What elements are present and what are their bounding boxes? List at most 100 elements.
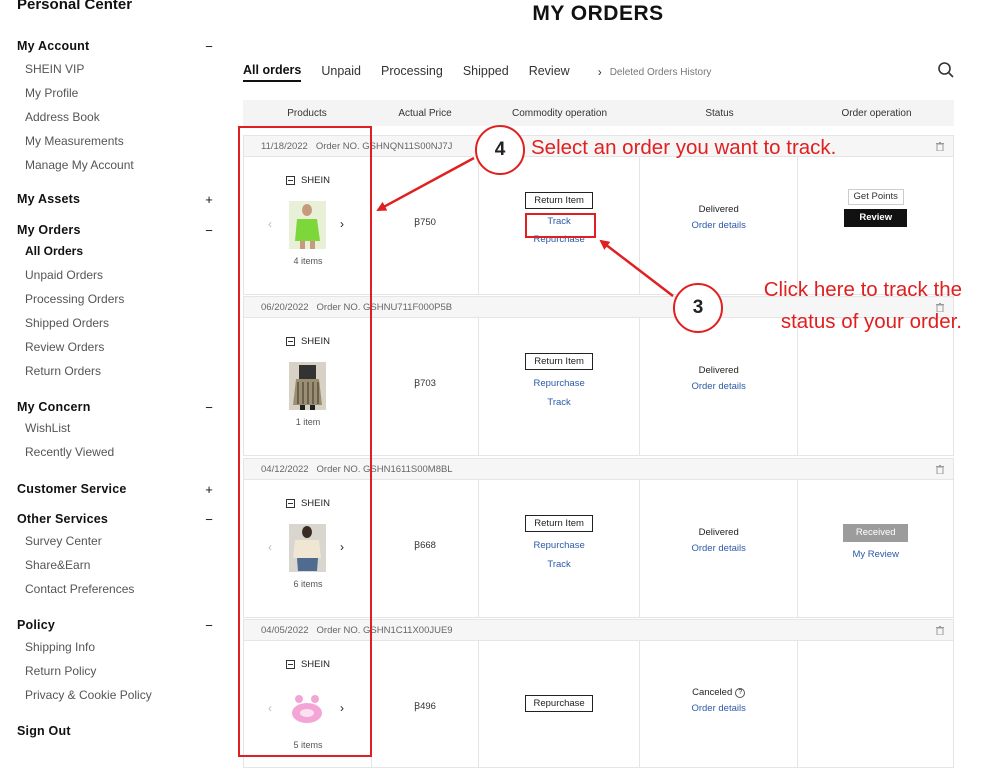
sidebar-item-recently-viewed[interactable]: Recently Viewed xyxy=(17,440,213,464)
sidebar-item-my-measurements[interactable]: My Measurements xyxy=(17,129,213,153)
sidebar-group-policy: Policy − Shipping Info Return Policy Priv… xyxy=(17,616,213,707)
repurchase-button[interactable]: Repurchase xyxy=(525,695,594,712)
price: Ꞵ496 xyxy=(414,701,436,712)
sidebar-item-return-orders[interactable]: Return Orders xyxy=(17,359,213,383)
sign-out-link[interactable]: Sign Out xyxy=(17,722,213,740)
sidebar-item-return-policy[interactable]: Return Policy xyxy=(17,659,213,683)
sidebar-item-shein-vip[interactable]: SHEIN VIP xyxy=(17,57,213,81)
status-cell: Delivered Order details xyxy=(640,480,799,618)
chevron-right-icon: › xyxy=(597,65,602,79)
sidebar-item-review-orders[interactable]: Review Orders xyxy=(17,335,213,359)
sidebar-item-survey-center[interactable]: Survey Center xyxy=(17,529,213,553)
order-operation-cell: Received My Review xyxy=(798,480,953,618)
col-actual-price: Actual Price xyxy=(398,107,452,119)
search-icon[interactable] xyxy=(937,61,955,79)
collapse-icon[interactable]: − xyxy=(205,512,213,527)
group-label: Customer Service xyxy=(17,482,127,496)
sidebar-group-my-orders: My Orders − All Orders Unpaid Orders Proc… xyxy=(17,221,213,383)
sidebar-item-contact-preferences[interactable]: Contact Preferences xyxy=(17,577,213,601)
status-cell: Delivered Order details xyxy=(640,318,799,456)
price: Ꞵ703 xyxy=(414,378,436,389)
price-cell: Ꞵ750 xyxy=(372,157,480,295)
sidebar-group-my-assets: My Assets + xyxy=(17,190,213,208)
expand-icon[interactable]: + xyxy=(205,482,213,497)
sidebar-item-share-earn[interactable]: Share&Earn xyxy=(17,553,213,577)
sidebar-group-customer-service: Customer Service + xyxy=(17,480,213,498)
col-status: Status xyxy=(705,107,734,119)
tab-processing[interactable]: Processing xyxy=(381,64,443,81)
step-3-line-1: Click here to track the xyxy=(763,278,962,301)
trash-icon[interactable] xyxy=(936,142,944,151)
status-row: Canceled? xyxy=(640,687,798,698)
sign-out-label[interactable]: Sign Out xyxy=(17,722,213,740)
sidebar-item-shipped-orders[interactable]: Shipped Orders xyxy=(17,311,213,335)
order-details-link[interactable]: Order details xyxy=(640,381,798,392)
group-label: Other Services xyxy=(17,512,109,526)
tab-unpaid[interactable]: Unpaid xyxy=(321,64,361,81)
sidebar-item-address-book[interactable]: Address Book xyxy=(17,105,213,129)
order-operation-cell xyxy=(798,641,953,768)
sidebar-item-privacy-cookie[interactable]: Privacy & Cookie Policy xyxy=(17,683,213,707)
sidebar-group-header[interactable]: My Concern − xyxy=(17,398,213,416)
collapse-icon[interactable]: − xyxy=(205,618,213,633)
collapse-icon[interactable]: − xyxy=(205,39,213,54)
price-cell: Ꞵ496 xyxy=(372,641,480,768)
sidebar-item-my-profile[interactable]: My Profile xyxy=(17,81,213,105)
trash-icon[interactable] xyxy=(936,626,944,635)
sidebar-item-wishlist[interactable]: WishList xyxy=(17,416,213,440)
return-item-button[interactable]: Return Item xyxy=(525,192,594,209)
sidebar-item-manage-account[interactable]: Manage My Account xyxy=(17,153,213,177)
price-cell: Ꞵ703 xyxy=(372,318,480,456)
price: Ꞵ750 xyxy=(414,217,436,228)
sidebar-item-unpaid-orders[interactable]: Unpaid Orders xyxy=(17,263,213,287)
col-products: Products xyxy=(287,107,327,119)
commodity-operation-cell: Return Item Repurchase Track xyxy=(479,480,640,618)
return-item-button[interactable]: Return Item xyxy=(525,353,594,370)
repurchase-link[interactable]: Repurchase xyxy=(479,540,639,551)
sidebar-group-header[interactable]: Policy − xyxy=(17,616,213,634)
tab-review[interactable]: Review xyxy=(529,64,570,81)
sidebar-item-shipping-info[interactable]: Shipping Info xyxy=(17,635,213,659)
collapse-icon[interactable]: − xyxy=(205,223,213,238)
price-cell: Ꞵ668 xyxy=(372,480,480,618)
review-button[interactable]: Review xyxy=(844,209,908,227)
order-details-link[interactable]: Order details xyxy=(640,543,798,554)
step-3-instruction: Click here to track the status of your o… xyxy=(700,274,962,338)
sidebar-group-header[interactable]: My Assets + xyxy=(17,190,213,208)
sidebar-group-header[interactable]: My Orders − xyxy=(17,221,213,239)
step-badge-4: 4 xyxy=(475,125,525,175)
track-link[interactable]: Track xyxy=(479,397,639,408)
step-4-instruction: Select an order you want to track. xyxy=(531,136,837,159)
products-highlight-box xyxy=(238,126,372,757)
get-points-button[interactable]: Get Points xyxy=(847,189,904,205)
expand-icon[interactable]: + xyxy=(205,192,213,207)
orders-table-header: Products Actual Price Commodity operatio… xyxy=(243,100,954,126)
sidebar-group-header[interactable]: Customer Service + xyxy=(17,480,213,498)
col-order-operation: Order operation xyxy=(841,107,912,119)
group-label: My Account xyxy=(17,39,90,53)
tab-shipped[interactable]: Shipped xyxy=(463,64,509,81)
order-details-link[interactable]: Order details xyxy=(640,703,798,714)
track-link[interactable]: Track xyxy=(479,559,639,570)
my-review-link[interactable]: My Review xyxy=(798,549,953,560)
track-highlight-box xyxy=(525,213,596,238)
page-title: MY ORDERS xyxy=(532,2,664,25)
tab-all-orders[interactable]: All orders xyxy=(243,63,302,82)
sidebar-group-my-account: My Account − SHEIN VIP My Profile Address… xyxy=(17,37,213,177)
sidebar-group-header[interactable]: Other Services − xyxy=(17,510,213,528)
received-button[interactable]: Received xyxy=(843,524,909,542)
help-icon[interactable]: ? xyxy=(735,688,746,698)
sidebar-item-all-orders[interactable]: All Orders xyxy=(17,239,213,263)
group-label: Policy xyxy=(17,618,56,632)
return-item-button[interactable]: Return Item xyxy=(525,515,594,532)
collapse-icon[interactable]: − xyxy=(205,400,213,415)
order-details-link[interactable]: Order details xyxy=(640,220,798,231)
sidebar-item-processing-orders[interactable]: Processing Orders xyxy=(17,287,213,311)
sidebar-group-header[interactable]: My Account − xyxy=(17,37,213,55)
status-text: Canceled xyxy=(692,687,733,698)
repurchase-link[interactable]: Repurchase xyxy=(479,378,639,389)
commodity-operation-cell: Return Item Repurchase Track xyxy=(479,318,640,456)
trash-icon[interactable] xyxy=(936,465,944,474)
group-label: My Assets xyxy=(17,192,81,206)
deleted-orders-history-link[interactable]: › Deleted Orders History xyxy=(598,65,712,79)
